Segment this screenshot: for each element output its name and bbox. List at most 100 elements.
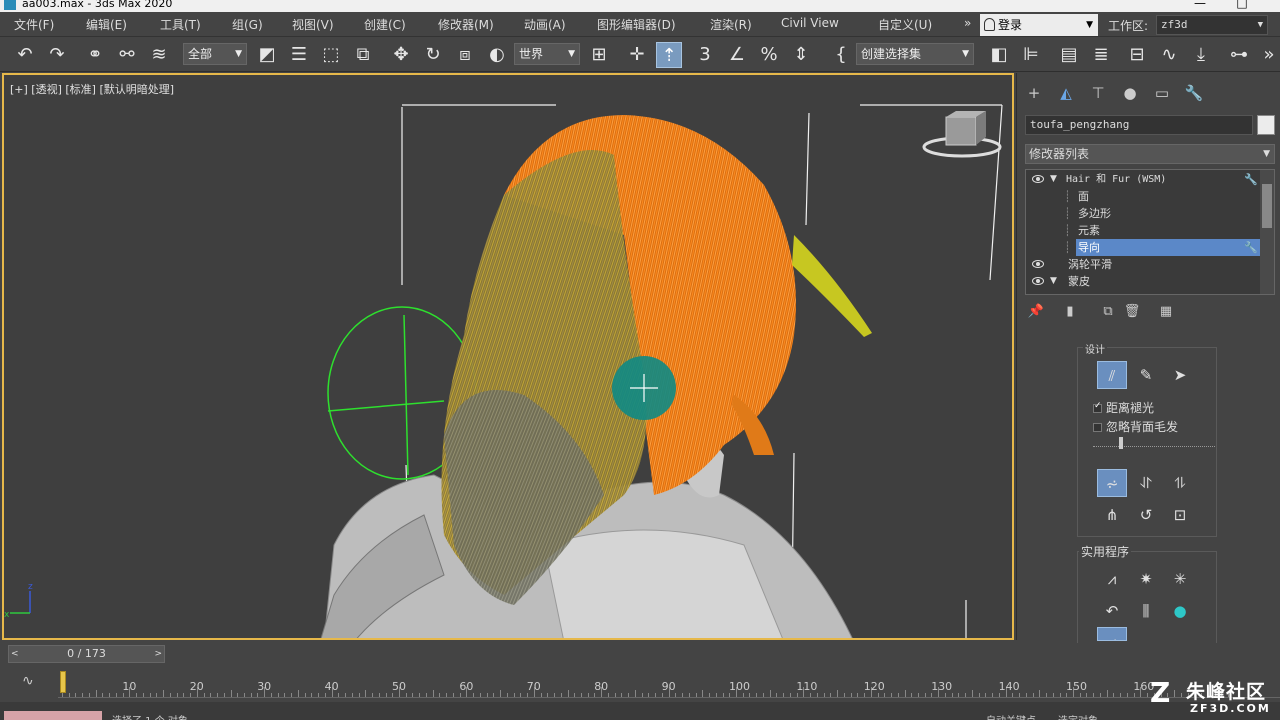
stack-item-hair-fur[interactable]: ▼ Hair 和 Fur (WSM) 🔧 [1026,171,1260,188]
recomb-icon[interactable]: ⫼ [1131,597,1161,625]
menu-civil-view[interactable]: Civil View [781,16,839,30]
undo-hair-icon[interactable]: ↶ [1097,597,1127,625]
hierarchy-tab-icon[interactable]: ⊤ [1087,83,1109,103]
schematic-view-icon[interactable]: ⤓ [1188,42,1214,68]
display-tab-icon[interactable]: ▭ [1151,83,1173,103]
pop-zero-icon[interactable]: ✳ [1165,565,1195,593]
menu-file[interactable]: 文件(F) [14,16,54,33]
time-slider[interactable]: < 0 / 173 > [8,645,165,663]
login-dropdown[interactable]: 登录 ▼ [980,14,1098,36]
spinner-snap-icon[interactable]: ⇕ [788,42,814,68]
eye-icon[interactable] [1032,277,1044,285]
workspace-dropdown[interactable]: zf3d ▼ [1156,15,1268,35]
window-crossing-icon[interactable]: ⧉ [350,42,376,68]
create-tab-icon[interactable]: + [1023,83,1045,103]
move-icon[interactable]: ✥ [388,42,414,68]
edit-named-selection-icon[interactable]: { [828,42,854,68]
select-by-name-icon[interactable]: ☰ [286,42,312,68]
perspective-viewport[interactable]: z x [+] [透视] [标准] [默认明暗处理] [2,73,1014,640]
viewcube[interactable] [922,111,1002,158]
select-object-icon[interactable]: ◩ [254,42,280,68]
menu-animation[interactable]: 动画(A) [524,16,566,33]
pop-selected-icon[interactable]: ✷ [1131,565,1161,593]
stack-item-turbosmooth[interactable]: 涡轮平滑 [1026,256,1260,273]
prev-frame-icon[interactable]: < [11,646,19,662]
show-end-result-icon[interactable]: ▮ [1061,303,1079,321]
keyboard-shortcut-override-icon[interactable]: ⇡ [656,42,682,68]
timeline-playhead[interactable] [60,671,66,693]
bind-space-warp-icon[interactable]: ≋ [146,42,172,68]
minimize-button[interactable]: — [1180,0,1220,9]
redo-icon[interactable]: ↷ [44,42,70,68]
object-name-field[interactable]: toufa_pengzhang [1025,115,1253,135]
expand-arrow-icon[interactable]: ▼ [1050,273,1057,290]
menu-overflow[interactable]: » [964,16,971,30]
viewport-label[interactable]: [+] [透视] [标准] [默认明暗处理] [10,81,174,97]
mirror-icon[interactable]: ◧ [986,42,1012,68]
ribbon-icon[interactable]: ⊟ [1124,42,1150,68]
timeline-track[interactable]: 10 20 30 40 50 60 70 80 90 100 110 120 130 140 150 160 [58,668,1280,698]
percent-snap-icon[interactable]: % [756,42,782,68]
object-color-swatch[interactable] [1257,115,1275,135]
eye-icon[interactable] [1032,175,1044,183]
scrollbar-thumb[interactable] [1262,184,1272,228]
menu-rendering[interactable]: 渲染(R) [710,16,752,33]
remove-modifier-icon[interactable]: 🗑 [1123,303,1141,321]
eye-icon[interactable] [1032,260,1044,268]
next-frame-icon[interactable]: > [154,646,162,662]
curve-editor-icon[interactable]: ∿ [1156,42,1182,68]
select-manipulate-icon[interactable]: ✛ [624,42,650,68]
snap-toggle-icon[interactable]: 3 [692,42,718,68]
stack-item-polygon[interactable]: ┊ 多边形 [1026,205,1260,222]
modify-tab-icon[interactable]: ◭ [1055,83,1077,103]
translate-hair-icon[interactable]: ⩫ [1097,469,1127,497]
layer-explorer-icon[interactable]: ≣ [1088,42,1114,68]
menu-group[interactable]: 组(G) [232,16,263,33]
hair-brush-icon[interactable]: ⫽ [1097,361,1127,389]
stack-item-skin[interactable]: ▼ 蒙皮 [1026,273,1260,290]
slider-knob[interactable] [1118,437,1123,449]
stack-item-face[interactable]: ┊ 面 [1026,188,1260,205]
pivot-center-icon[interactable]: ⊞ [586,42,612,68]
stack-item-element[interactable]: ┊ 元素 [1026,222,1260,239]
angle-snap-icon[interactable]: ∠ [724,42,750,68]
selected-object-dropdown[interactable]: 选定对象 [1058,712,1098,720]
motion-tab-icon[interactable]: ● [1119,83,1141,103]
menu-customize[interactable]: 自定义(U) [878,16,932,33]
undo-icon[interactable]: ↶ [12,42,38,68]
curve-editor-mini-icon[interactable]: ∿ [22,673,34,689]
placement-icon[interactable]: ◐ [484,42,510,68]
select-icon[interactable]: ➤ [1165,361,1195,389]
material-editor-icon[interactable]: ⊶ [1226,42,1252,68]
unlink-icon[interactable]: ⚯ [114,42,140,68]
modifier-list-dropdown[interactable]: 修改器列表 ▼ [1025,144,1275,164]
timeline[interactable]: ∿ 10 20 30 40 50 60 70 80 90 100 110 120 130 140 150 16… [0,665,1280,702]
menu-create[interactable]: 创建(C) [364,16,406,33]
ignore-back-hair-checkbox[interactable]: 忽略背面毛发 [1093,418,1178,435]
stack-scrollbar[interactable] [1260,170,1274,294]
rotate-hair-icon[interactable]: ↺ [1131,501,1161,529]
menu-modifiers[interactable]: 修改器(M) [438,16,494,33]
scale-hair-icon[interactable]: ⊡ [1165,501,1195,529]
puff-roots-icon[interactable]: ⥮ [1165,469,1195,497]
configure-sets-icon[interactable]: ▦ [1157,303,1175,321]
selection-filter-dropdown[interactable]: 全部 ▼ [183,43,247,65]
stack-item-guides[interactable]: ┊ 导向 🔧 [1026,239,1260,256]
link-icon[interactable]: ⚭ [82,42,108,68]
reset-rest-icon[interactable]: ● [1165,597,1195,625]
maximize-button[interactable]: □ [1222,0,1262,9]
menu-graph-editors[interactable]: 图形编辑器(D) [597,16,676,33]
pin-stack-icon[interactable]: 📌 [1027,303,1045,321]
hair-cut-icon[interactable]: ✎ [1131,361,1161,389]
attenuate-icon[interactable]: ⩘ [1097,565,1127,593]
clump-icon[interactable]: ⋔ [1097,501,1127,529]
menu-view[interactable]: 视图(V) [292,16,334,33]
menu-edit[interactable]: 编辑(E) [86,16,127,33]
toggle-collisions-icon[interactable]: ⩘ [1097,627,1127,641]
brush-size-slider[interactable] [1093,437,1215,449]
scale-icon[interactable]: ⧈ [452,42,478,68]
utilities-tab-icon[interactable]: 🔧 [1183,83,1205,103]
align-icon[interactable]: ⊫ [1018,42,1044,68]
rotate-icon[interactable]: ↻ [420,42,446,68]
maxscript-listener[interactable] [4,711,102,720]
